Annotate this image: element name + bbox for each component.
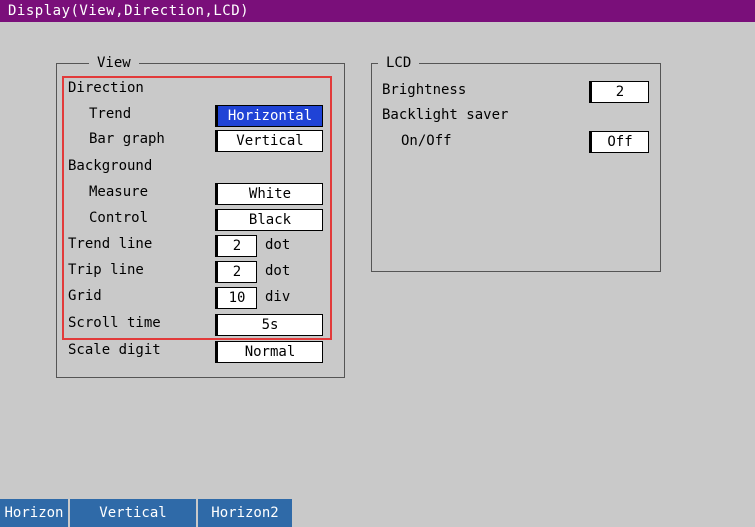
backlight-onoff-field[interactable]: Off xyxy=(589,131,649,153)
view-group-title: View xyxy=(89,54,139,72)
scale-digit-label: Scale digit xyxy=(68,342,161,358)
brightness-field[interactable]: 2 xyxy=(589,81,649,103)
brightness-label: Brightness xyxy=(382,82,467,98)
window-title: Display(View,Direction,LCD) xyxy=(0,0,755,22)
softkey-horizon2[interactable]: Horizon2 xyxy=(198,499,294,527)
scale-digit-field[interactable]: Normal xyxy=(215,341,323,363)
onoff-label: On/Off xyxy=(401,133,452,149)
softkey-vertical[interactable]: Vertical xyxy=(70,499,198,527)
softkey-horizon[interactable]: Horizon xyxy=(0,499,70,527)
backlight-saver-label: Backlight saver xyxy=(382,107,509,123)
lcd-group-title: LCD xyxy=(378,54,420,72)
highlight-box xyxy=(62,76,332,340)
